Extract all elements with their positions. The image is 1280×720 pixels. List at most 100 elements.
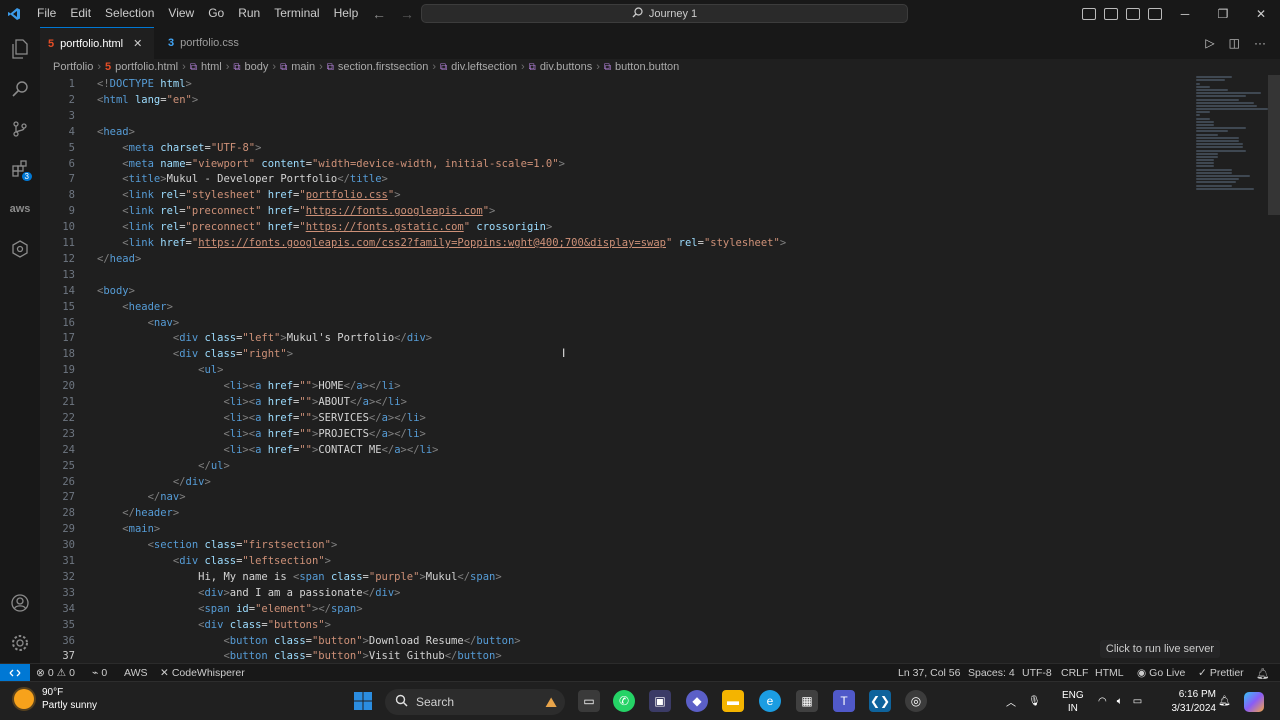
code-line[interactable]: 32 Hi, My name is <span class="purple">M… [40,569,1190,585]
accounts-icon[interactable] [0,583,40,623]
code-line[interactable]: 2 <html lang="en"> [40,92,1190,108]
toggle-secondary-sidebar-icon[interactable] [1126,7,1140,20]
menu-edit[interactable]: Edit [63,0,98,27]
code-line[interactable]: 25 </ul> [40,458,1190,474]
breadcrumb-item[interactable]: ⧉ main [280,61,315,73]
code-line[interactable]: 23 <li><a href="">PROJECTS</a></li> [40,426,1190,442]
code-line[interactable]: 20 <li><a href="">HOME</a></li> [40,378,1190,394]
code-line[interactable]: 29 <main> [40,521,1190,537]
minimize-icon[interactable]: ─ [1166,0,1204,27]
code-editor[interactable]: I 1 <!DOCTYPE html> 2 <html lang="en"> 3 4 <he… [40,75,1280,663]
aws-icon[interactable]: aws [0,189,40,229]
aws-status[interactable]: AWS [124,664,148,682]
code-line[interactable]: 14 <body> [40,283,1190,299]
code-line[interactable]: 12 </head> [40,251,1190,267]
code-line[interactable]: 19 <ul> [40,362,1190,378]
eol-status[interactable]: CRLF [1061,664,1088,682]
problems-indicator[interactable]: ⊗ 0 ⚠ 0 [36,664,75,682]
quick-settings[interactable]: ◠ 🔈︎ ▭ [1098,682,1142,720]
language-mode[interactable]: HTML [1095,664,1124,682]
microsoft-store-icon[interactable]: ▦ [796,690,818,712]
prettier-status[interactable]: ✓ Prettier [1198,664,1244,682]
menu-run[interactable]: Run [231,0,267,27]
breadcrumb-item[interactable]: ⧉ div.leftsection [440,61,517,73]
breadcrumb-item[interactable]: ⧉ div.buttons [529,61,593,73]
copilot-tray-icon[interactable] [1244,682,1264,720]
task-view-icon[interactable]: ▭ [578,690,600,712]
code-line[interactable]: 9 <link rel="preconnect" href="https://f… [40,203,1190,219]
encoding-status[interactable]: UTF-8 [1022,664,1052,682]
menu-file[interactable]: File [30,0,63,27]
run-icon[interactable]: ▷ [1205,36,1214,50]
code-line[interactable]: 15 <header> [40,299,1190,315]
code-line[interactable]: 7 <title>Mukul - Developer Portfolio</ti… [40,171,1190,187]
explorer-icon[interactable] [0,29,40,69]
code-line[interactable]: 4 <head> [40,124,1190,140]
teams-icon[interactable]: ▣ [649,690,671,712]
taskbar-search[interactable]: Search ⛰ [385,689,565,715]
editor-scrollbar[interactable] [1268,75,1280,215]
notification-bell-icon[interactable]: 🔔︎ [1218,682,1231,720]
code-line[interactable]: 16 <nav> [40,315,1190,331]
source-control-icon[interactable] [0,109,40,149]
search-sidebar-icon[interactable] [0,69,40,109]
settings-gear-icon[interactable] [0,623,40,663]
codewhisperer-status[interactable]: ✕ CodeWhisperer [160,664,245,682]
cursor-position[interactable]: Ln 37, Col 56 [898,664,960,682]
code-line[interactable]: 13 [40,267,1190,283]
language-indicator[interactable]: ENG IN [1062,682,1084,720]
code-line[interactable]: 6 <meta name="viewport" content="width=d… [40,156,1190,172]
code-line[interactable]: 26 </div> [40,474,1190,490]
code-line[interactable]: 1 <!DOCTYPE html> [40,76,1190,92]
code-line[interactable]: 24 <li><a href="">CONTACT ME</a></li> [40,442,1190,458]
extensions-icon[interactable]: 3 [0,149,40,189]
go-live-button[interactable]: ◉ Go Live [1137,664,1185,682]
codewhisperer-sidebar-icon[interactable] [0,229,40,269]
breadcrumb-item[interactable]: ⧉ section.firstsection [327,61,429,73]
breadcrumb-item[interactable]: Portfolio [53,61,93,73]
breadcrumb-item[interactable]: 5 portfolio.html [105,61,178,73]
toggle-panel-icon[interactable] [1104,7,1118,20]
taskbar-clock[interactable]: 6:16 PM 3/31/2024 [1162,688,1217,716]
code-line[interactable]: 33 <div>and I am a passionate</div> [40,585,1190,601]
code-line[interactable]: 22 <li><a href="">SERVICES</a></li> [40,410,1190,426]
breadcrumb-item[interactable]: ⧉ body [233,61,268,73]
forward-arrow-icon[interactable]: → [400,6,414,22]
copilot-icon[interactable]: ◆ [686,690,708,712]
remote-indicator-icon[interactable] [0,664,30,682]
code-line[interactable]: 3 [40,108,1190,124]
code-line[interactable]: 31 <div class="leftsection"> [40,553,1190,569]
code-line[interactable]: 10 <link rel="preconnect" href="https://… [40,219,1190,235]
code-line[interactable]: 37 <button class="button">Visit Github</… [40,648,1190,663]
code-line[interactable]: 5 <meta charset="UTF-8"> [40,140,1190,156]
more-actions-icon[interactable]: ··· [1254,36,1266,50]
chevron-up-icon[interactable]: ︿ [1006,694,1016,709]
code-line[interactable]: 18 <div class="right"> [40,346,1190,362]
toggle-primary-sidebar-icon[interactable] [1082,7,1096,20]
tab-portfolio-css[interactable]: 3 portfolio.css [160,27,260,59]
chrome-icon[interactable]: ◎ [905,690,927,712]
code-line[interactable]: 8 <link rel="stylesheet" href="portfolio… [40,187,1190,203]
menu-view[interactable]: View [161,0,201,27]
menu-help[interactable]: Help [327,0,366,27]
menu-selection[interactable]: Selection [98,0,161,27]
teams-work-icon[interactable]: T [833,690,855,712]
breadcrumb-item[interactable]: ⧉ html [190,61,222,73]
close-tab-icon[interactable]: ✕ [133,37,142,50]
edge-browser-icon[interactable]: e [759,690,781,712]
code-line[interactable]: 21 <li><a href="">ABOUT</a></li> [40,394,1190,410]
weather-widget[interactable]: 90°F Partly sunny [14,686,97,712]
code-line[interactable]: 27 </nav> [40,489,1190,505]
file-explorer-icon[interactable]: ▬ [722,690,744,712]
menu-go[interactable]: Go [201,0,231,27]
split-editor-icon[interactable]: ◫ [1229,36,1240,50]
windows-start-icon[interactable] [352,690,374,712]
back-arrow-icon[interactable]: ← [372,6,386,22]
close-window-icon[interactable]: ✕ [1242,0,1280,27]
maximize-icon[interactable]: ❐ [1204,0,1242,27]
ports-indicator[interactable]: ⌁ 0 [92,664,107,682]
menu-terminal[interactable]: Terminal [267,0,326,27]
code-line[interactable]: 17 <div class="left">Mukul's Portfolio</… [40,330,1190,346]
minimap[interactable] [1196,75,1268,225]
code-line[interactable]: 11 <link href="https://fonts.googleapis.… [40,235,1190,251]
